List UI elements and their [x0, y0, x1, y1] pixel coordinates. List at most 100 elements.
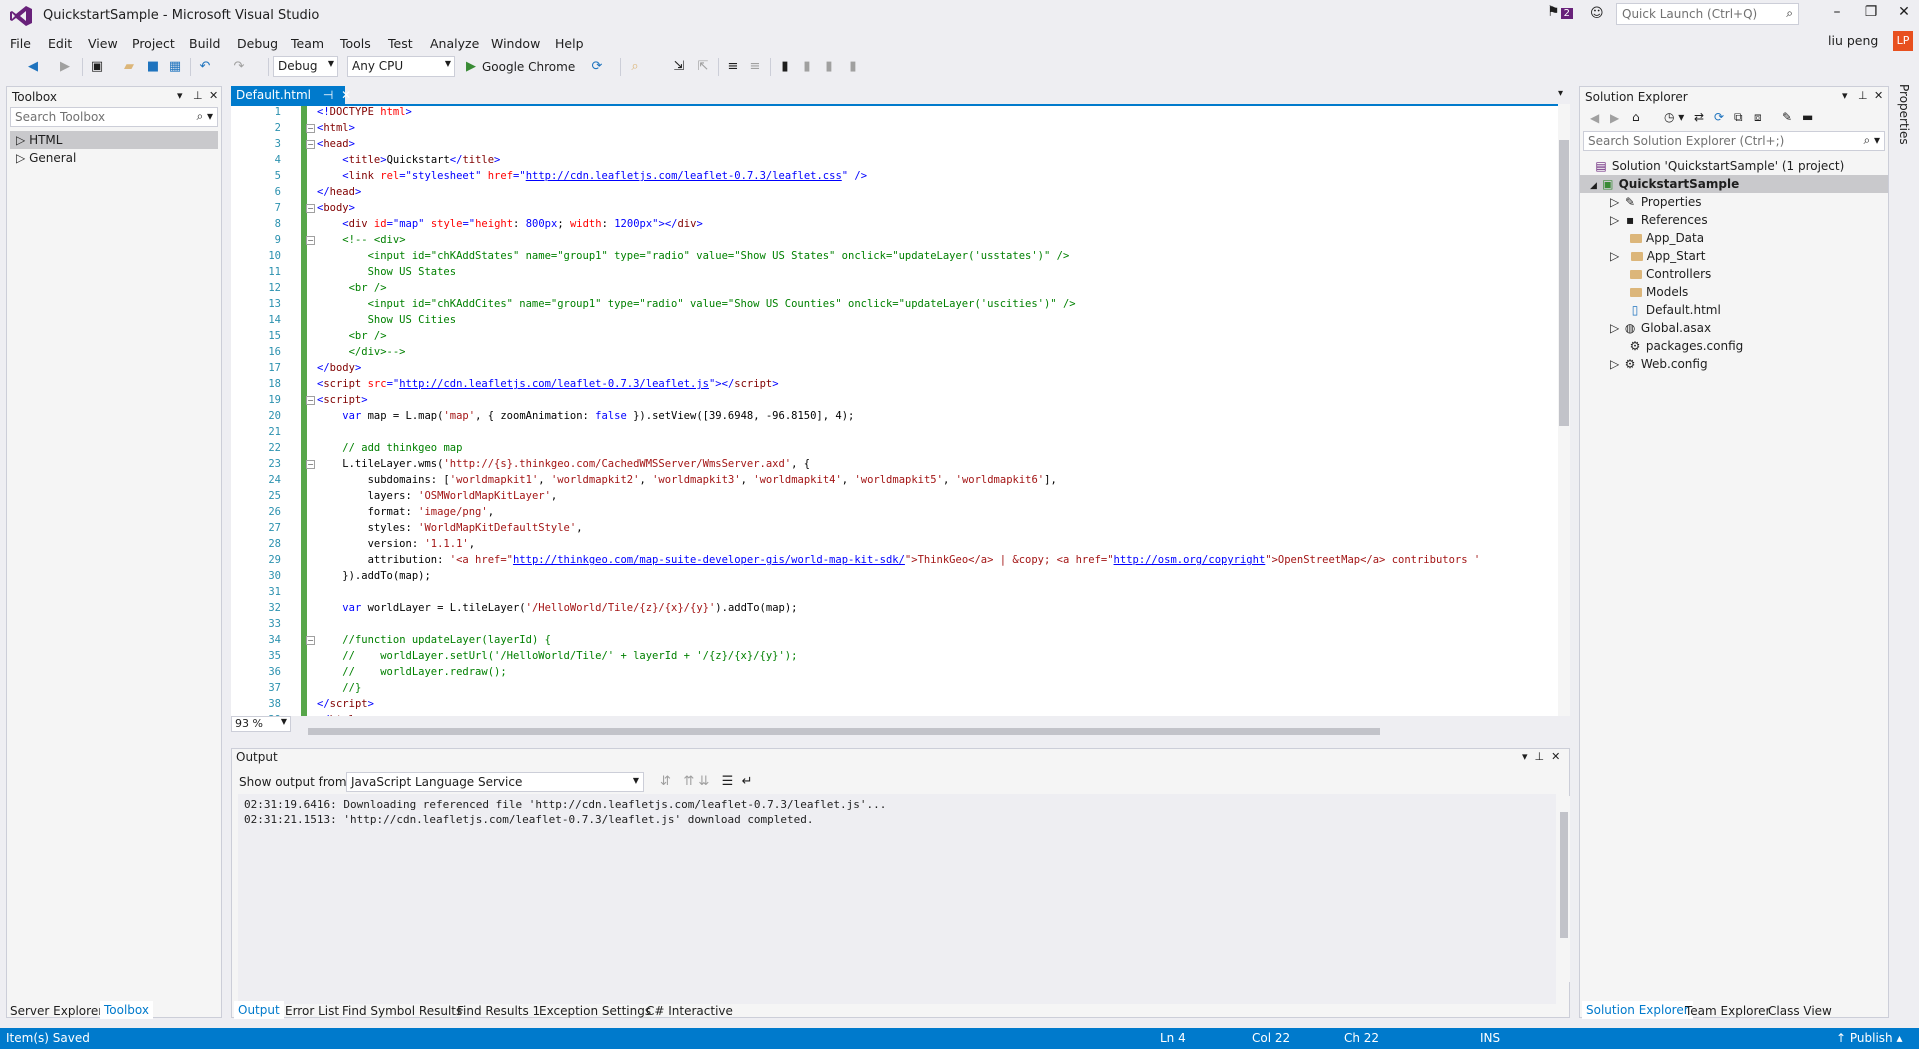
editor-vertical-scrollbar-thumb[interactable] — [1559, 140, 1569, 426]
prev-message-icon[interactable]: ⇈ — [683, 774, 694, 789]
tree-item-references[interactable]: ▷ ▪ References — [1580, 211, 1888, 229]
close-window-button[interactable]: ✕ — [1889, 4, 1919, 26]
tab-class-view[interactable]: Class View — [1768, 1004, 1832, 1018]
home-icon[interactable]: ⌂ — [1632, 110, 1640, 124]
start-icon[interactable]: ▶ — [464, 57, 478, 77]
tree-item-controllers[interactable]: Controllers — [1580, 265, 1888, 283]
sync-icon[interactable]: ⇄ — [1694, 110, 1704, 124]
publish-button[interactable]: ↑ Publish ▴ — [1836, 1031, 1903, 1045]
refresh-browser-icon[interactable]: ⟳ — [588, 57, 606, 77]
chevron-down-icon[interactable]: ▾ — [1558, 88, 1563, 99]
tree-item-app-data[interactable]: App_Data — [1580, 229, 1888, 247]
next-message-icon[interactable]: ⇊ — [698, 774, 709, 789]
notifications-icon[interactable]: ⚑ 2 — [1547, 4, 1579, 24]
chevron-down-icon[interactable]: ▾ — [1842, 89, 1848, 102]
tab-default-html[interactable]: Default.html ⊣ ✕ — [231, 86, 351, 104]
word-wrap-icon[interactable]: ↵ — [742, 774, 753, 789]
open-file-icon[interactable]: ▰ — [120, 57, 138, 77]
tree-item-models[interactable]: Models — [1580, 283, 1888, 301]
next-bookmark-icon[interactable]: ▮ — [820, 57, 838, 77]
run-target-button[interactable]: Google Chrome — [482, 57, 578, 77]
chevron-down-icon[interactable]: ▾ — [177, 89, 183, 102]
tab-csharp-interactive[interactable]: C# Interactive — [646, 1004, 733, 1018]
toolbox-search-input[interactable]: Search Toolbox ⌕ ▾ — [10, 107, 218, 127]
avatar[interactable]: LP — [1893, 31, 1913, 51]
find-in-files-icon[interactable]: ⌕ — [626, 57, 644, 77]
editor-horizontal-scrollbar-thumb[interactable] — [308, 728, 1380, 735]
menu-tools[interactable]: Tools — [340, 32, 371, 54]
find-message-icon[interactable]: ⇵ — [660, 774, 671, 789]
tab-toolbox[interactable]: Toolbox — [100, 1001, 153, 1019]
collapse-icon[interactable]: − — [306, 140, 315, 149]
tree-item-packages-config[interactable]: ⚙ packages.config — [1580, 337, 1888, 355]
solution-platform-select[interactable]: Any CPU ▼ — [347, 56, 455, 77]
solution-node[interactable]: ▤ Solution 'QuickstartSample' (1 project… — [1580, 157, 1888, 175]
close-icon[interactable]: ✕ — [341, 88, 351, 102]
show-all-files-icon[interactable]: ⧈ — [1754, 110, 1762, 125]
refresh-icon[interactable]: ⟳ — [1714, 110, 1724, 124]
collapse-icon[interactable]: − — [306, 396, 315, 405]
tab-error-list[interactable]: Error List — [285, 1004, 339, 1018]
properties-wrench-icon[interactable]: ✎ — [1782, 110, 1792, 124]
forward-icon[interactable]: ▶ — [56, 57, 74, 77]
menu-project[interactable]: Project — [132, 32, 175, 54]
menu-help[interactable]: Help — [555, 32, 584, 54]
pin-icon[interactable]: ⊥ — [193, 89, 203, 102]
collapse-icon[interactable]: − — [306, 204, 315, 213]
menu-analyze[interactable]: Analyze — [430, 32, 479, 54]
menu-build[interactable]: Build — [189, 32, 220, 54]
tab-server-explorer[interactable]: Server Explorer — [10, 1004, 103, 1018]
menu-edit[interactable]: Edit — [48, 32, 72, 54]
toolbox-group-general[interactable]: ▷ General — [10, 149, 221, 167]
menu-team[interactable]: Team — [291, 32, 324, 54]
redo-icon[interactable]: ↷ — [230, 57, 248, 77]
tree-item-web-config[interactable]: ▷ ⚙ Web.config — [1580, 355, 1888, 373]
collapse-icon[interactable]: − — [306, 124, 315, 133]
minimize-button[interactable]: – — [1822, 4, 1852, 26]
close-icon[interactable]: ✕ — [1551, 750, 1560, 763]
outdent-icon[interactable]: ≡ — [746, 57, 764, 77]
pin-icon[interactable]: ⊥ — [1858, 89, 1868, 102]
close-icon[interactable]: ✕ — [209, 89, 218, 102]
undo-icon[interactable]: ↶ — [196, 57, 214, 77]
tree-item-default-html[interactable]: ▯ Default.html — [1580, 301, 1888, 319]
properties-side-tab[interactable]: Properties — [1891, 80, 1919, 1020]
collapse-all-icon[interactable]: ⧉ — [1734, 110, 1743, 125]
menu-debug[interactable]: Debug — [237, 32, 278, 54]
chevron-down-icon[interactable]: ▾ — [1522, 750, 1528, 763]
collapse-icon[interactable]: − — [306, 236, 315, 245]
output-source-select[interactable]: JavaScript Language Service ▼ — [346, 772, 644, 792]
tree-item-global-asax[interactable]: ▷ ◍ Global.asax — [1580, 319, 1888, 337]
new-project-icon[interactable]: ▣ — [88, 57, 106, 77]
collapse-icon[interactable]: − — [306, 636, 315, 645]
clear-bookmarks-icon[interactable]: ▮ — [844, 57, 862, 77]
collapse-icon[interactable]: − — [306, 460, 315, 469]
bookmark-icon[interactable]: ▮ — [776, 57, 794, 77]
tab-output[interactable]: Output — [234, 1001, 284, 1019]
tab-exception-settings[interactable]: Exception Settings — [539, 1004, 651, 1018]
tab-find-symbol-results[interactable]: Find Symbol Results — [342, 1004, 462, 1018]
pin-icon[interactable]: ⊥ — [1535, 750, 1545, 763]
tree-item-properties[interactable]: ▷ ✎ Properties — [1580, 193, 1888, 211]
solution-configuration-select[interactable]: Debug ▼ — [273, 56, 338, 77]
menu-file[interactable]: File — [10, 32, 31, 54]
forward-icon[interactable]: ▶ — [1610, 111, 1619, 125]
maximize-button[interactable]: ❐ — [1856, 4, 1886, 26]
feedback-icon[interactable]: ☺ — [1590, 6, 1604, 21]
tab-solution-explorer[interactable]: Solution Explorer — [1582, 1001, 1693, 1019]
menu-test[interactable]: Test — [388, 32, 413, 54]
tab-team-explorer[interactable]: Team Explorer — [1685, 1004, 1771, 1018]
prev-bookmark-icon[interactable]: ▮ — [798, 57, 816, 77]
pin-icon[interactable]: ⊣ — [323, 88, 333, 102]
close-icon[interactable]: ✕ — [1874, 89, 1883, 102]
solution-explorer-search-input[interactable]: Search Solution Explorer (Ctrl+;) ⌕ ▾ — [1583, 131, 1885, 151]
back-icon[interactable]: ◀ — [1590, 111, 1599, 125]
preview-icon[interactable]: ▬ — [1802, 110, 1813, 124]
tab-find-results-1[interactable]: Find Results 1 — [457, 1004, 540, 1018]
user-name[interactable]: liu peng — [1828, 33, 1878, 48]
save-all-icon[interactable]: ▦ — [166, 57, 184, 77]
zoom-select[interactable]: 93 % ▼ — [231, 716, 291, 732]
step-into-icon[interactable]: ⇲ — [670, 57, 688, 77]
quick-launch-input[interactable]: Quick Launch (Ctrl+Q) ⌕ — [1616, 3, 1799, 25]
menu-view[interactable]: View — [88, 32, 118, 54]
